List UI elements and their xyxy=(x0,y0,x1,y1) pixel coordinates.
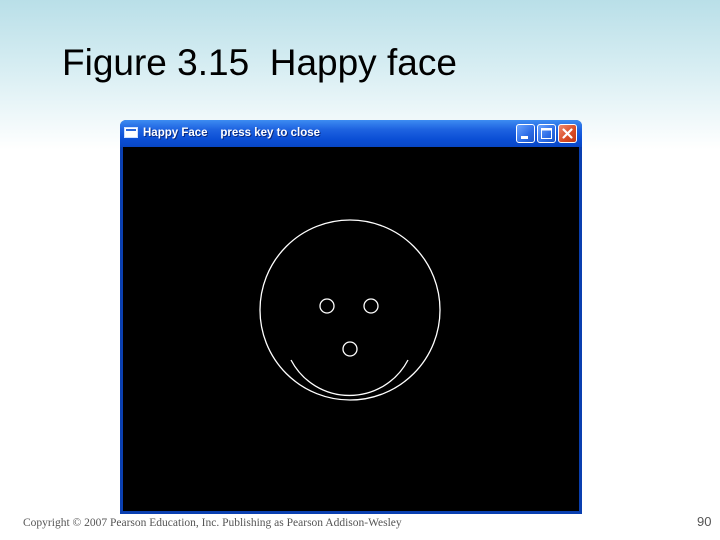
copyright-footer: Copyright © 2007 Pearson Education, Inc.… xyxy=(23,517,402,529)
minimize-icon xyxy=(521,136,528,139)
happy-face-drawing xyxy=(259,219,441,401)
window-title: Happy Face press key to close xyxy=(143,127,321,139)
close-icon xyxy=(562,128,573,139)
nose xyxy=(342,341,358,357)
slide-title: Figure 3.15 Happy face xyxy=(62,42,457,83)
minimize-button[interactable] xyxy=(516,124,535,143)
page-number: 90 xyxy=(697,514,712,529)
close-button[interactable] xyxy=(558,124,577,143)
app-icon[interactable] xyxy=(124,127,138,138)
face-outline xyxy=(259,219,441,401)
maximize-button[interactable] xyxy=(537,124,556,143)
happy-face-window[interactable]: Happy Face press key to close xyxy=(120,120,582,514)
drawing-canvas[interactable] xyxy=(123,147,579,511)
right-eye xyxy=(363,298,379,314)
maximize-icon xyxy=(541,128,552,139)
left-eye xyxy=(319,298,335,314)
window-titlebar[interactable]: Happy Face press key to close xyxy=(120,120,582,147)
